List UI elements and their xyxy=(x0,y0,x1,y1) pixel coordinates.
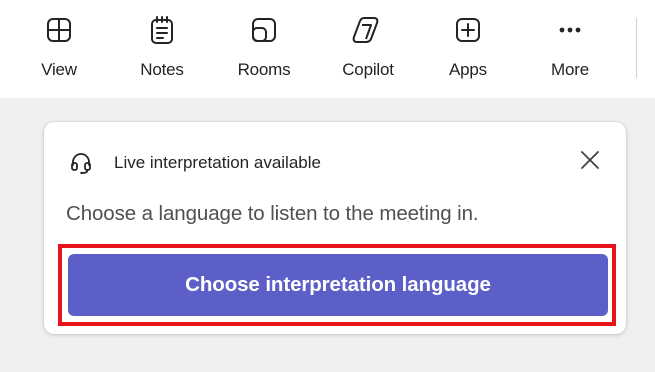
more-label: More xyxy=(551,60,589,79)
view-button[interactable]: View xyxy=(32,0,86,98)
card-title: Live interpretation available xyxy=(114,153,321,172)
rooms-button[interactable]: Rooms xyxy=(228,0,300,98)
grid-view-icon xyxy=(39,10,79,50)
headset-icon xyxy=(68,150,94,176)
meeting-toolbar: View Notes Rooms Copilot Apps More xyxy=(0,0,655,98)
notes-button[interactable]: Notes xyxy=(130,0,194,98)
view-label: View xyxy=(41,60,77,79)
live-interpretation-card: Live interpretation available Choose a l… xyxy=(44,122,626,334)
card-header: Live interpretation available xyxy=(68,150,321,176)
close-button[interactable] xyxy=(576,148,604,176)
apps-button[interactable]: Apps xyxy=(440,0,496,98)
notes-label: Notes xyxy=(140,60,184,79)
copilot-button[interactable]: Copilot xyxy=(328,0,408,98)
copilot-label: Copilot xyxy=(342,60,394,79)
card-description: Choose a language to listen to the meeti… xyxy=(66,202,479,225)
more-icon xyxy=(550,10,590,50)
more-button[interactable]: More xyxy=(540,0,600,98)
apps-label: Apps xyxy=(449,60,487,79)
rooms-label: Rooms xyxy=(237,60,291,79)
add-apps-icon xyxy=(448,10,488,50)
choose-interpretation-language-button[interactable]: Choose interpretation language xyxy=(68,254,608,316)
notes-icon xyxy=(142,10,182,50)
close-icon xyxy=(579,149,601,176)
rooms-icon xyxy=(244,10,284,50)
copilot-icon xyxy=(348,10,388,50)
toolbar-divider xyxy=(636,18,637,78)
